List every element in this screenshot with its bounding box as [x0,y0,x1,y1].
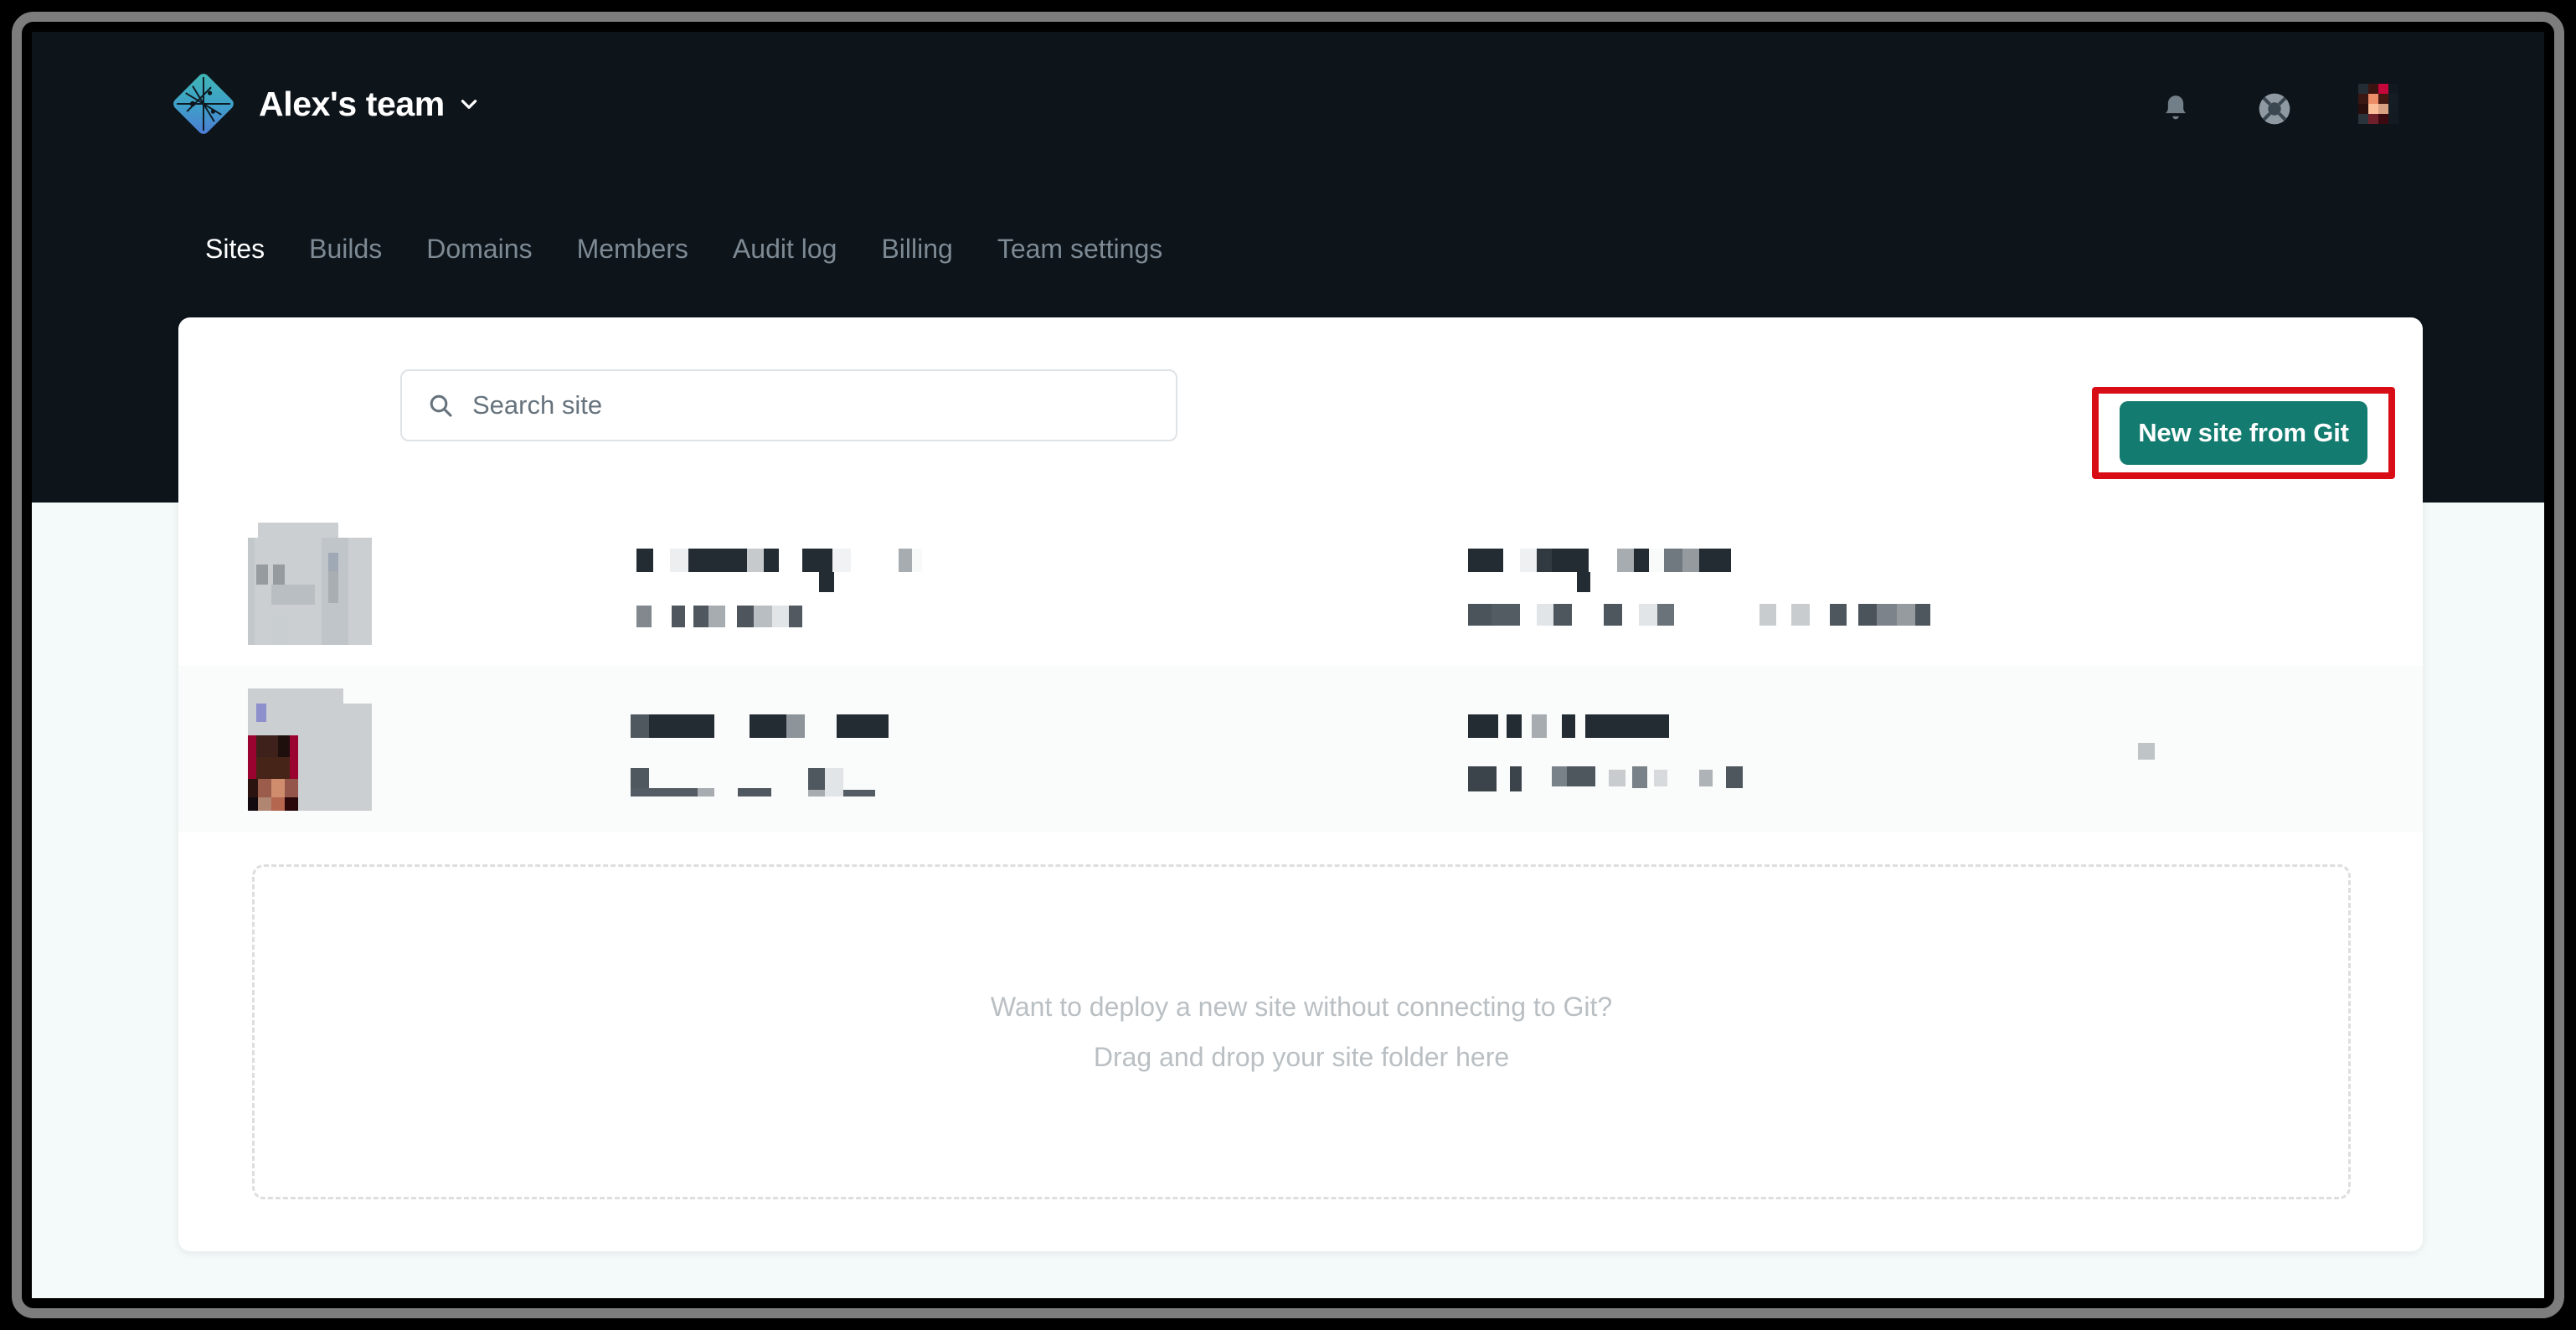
primary-nav: Sites Builds Domains Members Audit log B… [205,235,1207,262]
card-toolbar [178,317,2423,500]
avatar-image [2358,84,2398,124]
search-input[interactable] [472,390,1151,420]
notifications-button[interactable] [2156,89,2196,129]
site-thumbnail [248,687,372,811]
brand-area: Alex's team [172,72,480,136]
table-row[interactable] [178,666,2423,832]
dropzone-line-2: Drag and drop your site folder here [1093,1042,1510,1072]
table-row[interactable] [178,500,2423,666]
app-viewport: Alex's team Sites Builds Domains Members… [32,32,2544,1298]
site-row-action-redacted[interactable] [2138,743,2163,772]
tab-domains[interactable]: Domains [426,235,532,262]
site-meta-redacted [1468,704,2054,801]
search-icon [427,392,454,419]
netlify-diamond-logo [172,72,235,136]
tab-members[interactable]: Members [577,235,688,262]
bell-icon [2165,95,2187,120]
tab-sites[interactable]: Sites [205,235,265,262]
site-drop-zone[interactable]: Want to deploy a new site without connec… [252,864,2351,1199]
team-switcher[interactable]: Alex's team [259,84,480,123]
help-button[interactable] [2254,89,2295,129]
header-actions [2156,84,2403,134]
sites-list [178,500,2423,832]
tab-audit-log[interactable]: Audit log [733,235,837,262]
tab-team-settings[interactable]: Team settings [997,235,1162,262]
site-name-redacted [631,704,949,808]
site-name-redacted [636,539,938,635]
device-frame: Alex's team Sites Builds Domains Members… [0,0,2576,1330]
tab-builds[interactable]: Builds [309,235,382,262]
site-status-chip-redacted [899,549,932,580]
tab-billing[interactable]: Billing [881,235,952,262]
new-site-from-git-button[interactable]: New site from Git [2120,401,2367,465]
search-site-field[interactable] [400,369,1177,441]
dropzone-line-1: Want to deploy a new site without connec… [990,992,1613,1022]
account-avatar[interactable] [2353,84,2403,134]
chevron-down-icon [456,93,480,115]
sites-card: Want to deploy a new site without connec… [178,317,2423,1251]
team-name: Alex's team [259,84,445,123]
site-meta-redacted [1468,539,2054,635]
life-ring-icon [2259,93,2290,125]
site-thumbnail [248,521,372,645]
